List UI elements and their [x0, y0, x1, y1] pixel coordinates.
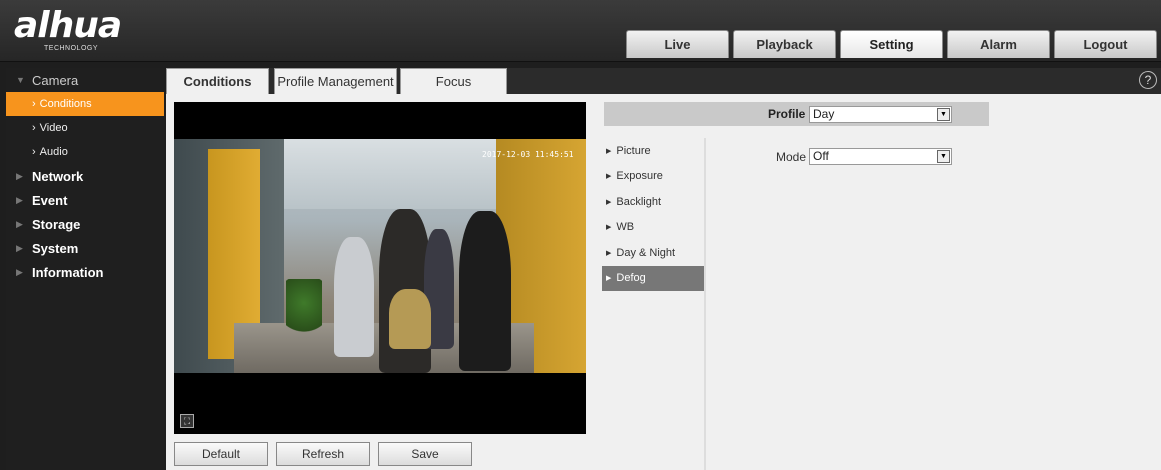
sidebar-category-information[interactable]: ▶ Information: [6, 260, 164, 284]
mode-select-value: Off: [813, 149, 829, 163]
nav-tab-live[interactable]: Live: [626, 30, 729, 58]
nav-tab-playback[interactable]: Playback: [733, 30, 836, 58]
menu-item-label: Defog: [616, 272, 646, 285]
menu-item-backlight[interactable]: ▶ Backlight: [602, 189, 704, 215]
menu-item-wb[interactable]: ▶ WB: [602, 215, 704, 241]
triangle-right-icon: ▶: [16, 218, 23, 229]
chevron-right-icon: ›: [32, 146, 36, 158]
fullscreen-icon[interactable]: ⛶: [180, 414, 194, 428]
sidebar-category-label: Event: [32, 192, 68, 208]
tab-conditions[interactable]: Conditions: [166, 68, 269, 94]
sidebar-category-system[interactable]: ▶ System: [6, 236, 164, 260]
default-button[interactable]: Default: [174, 442, 268, 466]
content-tab-bar: Conditions Profile Management Focus ?: [166, 68, 1161, 94]
menu-item-label: Day & Night: [616, 246, 676, 259]
mode-select[interactable]: Off ▼: [809, 148, 952, 165]
nav-tab-setting[interactable]: Setting: [840, 30, 943, 58]
brand-logo-subtitle: TECHNOLOGY: [44, 45, 99, 52]
triangle-right-icon: ▶: [606, 147, 612, 155]
save-button[interactable]: Save: [378, 442, 472, 466]
sidebar-category-storage[interactable]: ▶ Storage: [6, 212, 164, 236]
profile-select[interactable]: Day ▼: [809, 106, 952, 123]
triangle-right-icon: ▶: [606, 224, 612, 232]
menu-item-label: Exposure: [616, 170, 663, 183]
triangle-right-icon: ▶: [606, 173, 612, 181]
menu-item-label: WB: [616, 221, 635, 234]
profile-label: Profile: [768, 107, 806, 121]
tab-profile-management[interactable]: Profile Management: [274, 68, 397, 94]
chevron-down-icon: ▼: [937, 108, 950, 121]
triangle-right-icon: ▶: [16, 194, 23, 205]
triangle-right-icon: ▶: [606, 198, 612, 206]
osd-timestamp: 2017-12-03 11:45:51: [482, 150, 574, 159]
triangle-right-icon: ▶: [606, 275, 612, 283]
sidebar-category-event[interactable]: ▶ Event: [6, 188, 164, 212]
triangle-down-icon: ▼: [16, 75, 25, 85]
tab-focus[interactable]: Focus: [400, 68, 507, 94]
sidebar-item-video[interactable]: › Video: [6, 116, 164, 140]
video-preview[interactable]: 2017-12-03 11:45:51 ⛶: [174, 102, 586, 434]
sidebar-item-label: Conditions: [39, 98, 92, 110]
menu-item-day-night[interactable]: ▶ Day & Night: [602, 240, 704, 266]
sidebar-item-label: Audio: [39, 146, 68, 158]
sidebar-category-label: Network: [32, 168, 84, 184]
nav-tab-alarm[interactable]: Alarm: [947, 30, 1050, 58]
sidebar-item-audio[interactable]: › Audio: [6, 140, 164, 164]
chevron-down-icon: ▼: [937, 150, 950, 163]
sidebar-category-label: Information: [32, 264, 104, 280]
mode-label: Mode: [776, 150, 807, 164]
conditions-menu: ▶ Picture ▶ Exposure ▶ Backlight ▶ WB ▶ …: [602, 138, 706, 470]
sidebar-category-label: Camera: [32, 72, 79, 88]
sidebar-item-label: Video: [39, 122, 68, 134]
sidebar-item-conditions[interactable]: › Conditions: [6, 92, 164, 116]
profile-select-value: Day: [813, 107, 835, 121]
menu-item-defog[interactable]: ▶ Defog: [602, 265, 704, 291]
menu-item-exposure[interactable]: ▶ Exposure: [602, 164, 704, 190]
chevron-right-icon: ›: [32, 122, 36, 134]
settings-content: Conditions Profile Management Focus ? 20…: [166, 68, 1161, 470]
sidebar-category-label: System: [32, 240, 79, 256]
triangle-right-icon: ▶: [16, 170, 23, 181]
brand-logo: alhua: [14, 5, 122, 46]
chevron-right-icon: ›: [32, 98, 36, 110]
camera-scene-image: [174, 139, 586, 373]
nav-tab-logout[interactable]: Logout: [1054, 30, 1157, 58]
triangle-right-icon: ▶: [16, 242, 23, 253]
menu-item-picture[interactable]: ▶ Picture: [602, 138, 704, 164]
settings-sidebar: ▼ Camera › Conditions › Video › Audio ▶ …: [6, 68, 164, 470]
sidebar-category-camera[interactable]: ▼ Camera: [6, 68, 164, 92]
sidebar-category-network[interactable]: ▶ Network: [6, 164, 164, 188]
top-header: alhua TECHNOLOGY Live Playback Setting A…: [0, 0, 1161, 62]
refresh-button[interactable]: Refresh: [276, 442, 370, 466]
menu-item-label: Backlight: [616, 195, 662, 208]
profile-bar: Profile Day ▼: [604, 102, 989, 126]
triangle-right-icon: ▶: [606, 249, 612, 257]
triangle-right-icon: ▶: [16, 266, 23, 277]
sidebar-category-label: Storage: [32, 216, 81, 232]
help-icon[interactable]: ?: [1139, 71, 1157, 89]
menu-item-label: Picture: [616, 144, 651, 157]
main-nav: Live Playback Setting Alarm Logout: [626, 30, 1157, 58]
